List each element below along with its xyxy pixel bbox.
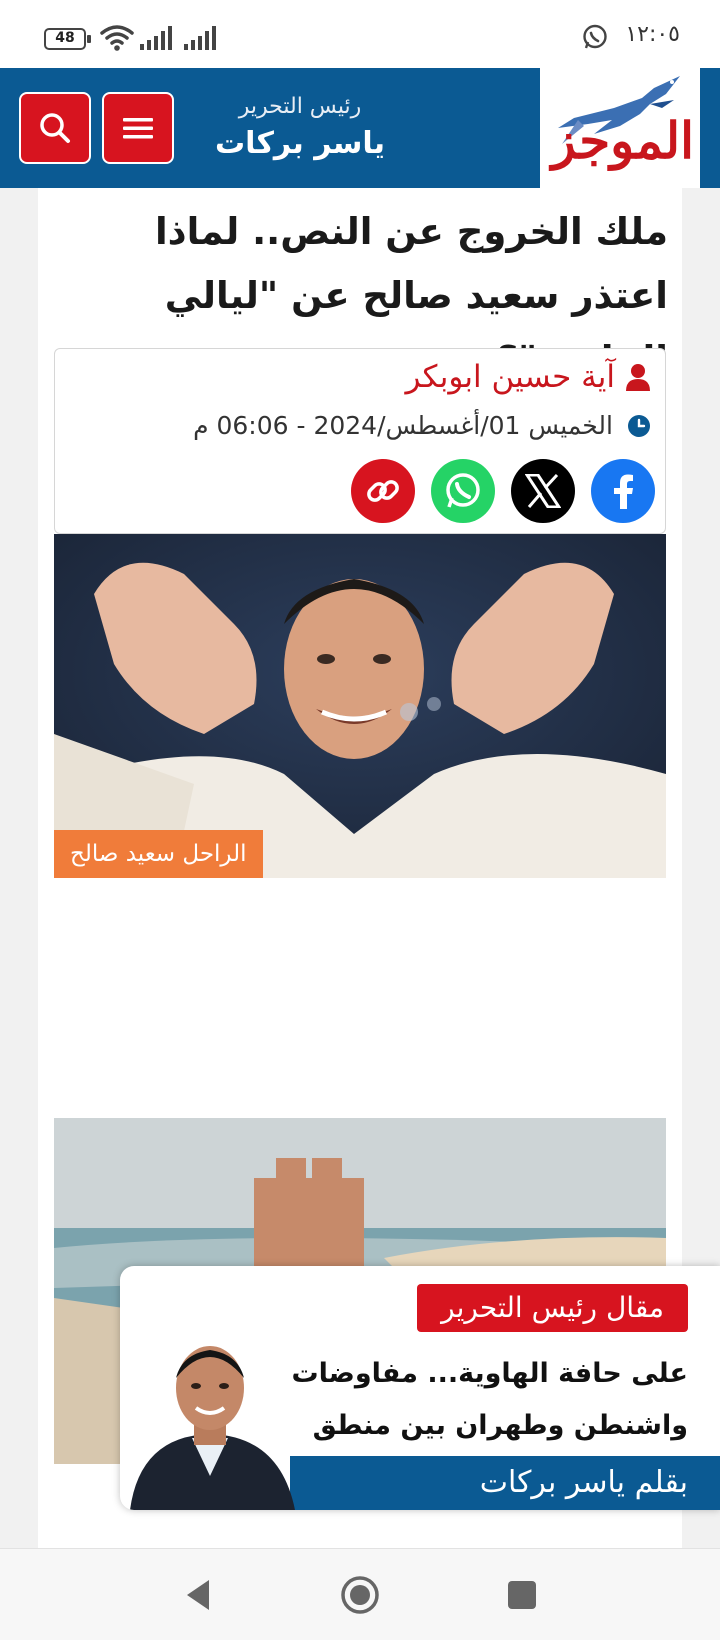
clock-icon bbox=[628, 414, 650, 437]
back-button[interactable] bbox=[174, 1571, 222, 1619]
link-icon bbox=[367, 480, 399, 502]
author-row[interactable]: آية حسين ابوبكر bbox=[406, 359, 651, 395]
site-header: رئيس التحرير ياسر بركات الموجز bbox=[0, 68, 720, 188]
search-button[interactable] bbox=[19, 92, 91, 164]
signal-icon bbox=[184, 26, 216, 50]
facebook-share-button[interactable] bbox=[591, 459, 655, 523]
editor-article-widget[interactable]: مقال رئيس التحرير على حافة الهاوية... مف… bbox=[120, 1266, 720, 1510]
x-icon bbox=[525, 474, 561, 508]
system-nav-bar bbox=[0, 1548, 720, 1640]
article-meta: آية حسين ابوبكر الخميس 01/أغسطس/2024 - 0… bbox=[54, 348, 666, 534]
article-photo-image bbox=[54, 534, 666, 878]
chief-editor-label: رئيس التحرير bbox=[238, 94, 362, 119]
copy-link-button[interactable] bbox=[351, 459, 415, 523]
signal-icon bbox=[140, 26, 172, 50]
article-photo bbox=[54, 534, 666, 878]
whatsapp-icon bbox=[446, 473, 480, 508]
menu-icon bbox=[123, 118, 153, 139]
user-icon bbox=[626, 364, 650, 391]
home-button[interactable] bbox=[336, 1571, 384, 1619]
date-row: الخميس 01/أغسطس/2024 - 06:06 م bbox=[193, 411, 651, 440]
status-time: ١٢:٠٥ bbox=[625, 22, 680, 47]
wifi-icon bbox=[100, 25, 134, 51]
editor-portrait bbox=[130, 1346, 295, 1510]
whatsapp-icon bbox=[583, 24, 607, 49]
recents-icon bbox=[508, 1581, 536, 1609]
back-icon bbox=[187, 1580, 209, 1610]
status-bar: 48 ١٢:٠٥ bbox=[0, 0, 720, 68]
author-name[interactable]: آية حسين ابوبكر bbox=[406, 359, 615, 395]
site-logo[interactable]: الموجز bbox=[540, 68, 700, 188]
share-buttons bbox=[335, 459, 655, 523]
search-icon bbox=[40, 113, 70, 143]
facebook-icon bbox=[614, 474, 633, 509]
recents-button[interactable] bbox=[498, 1571, 546, 1619]
chief-editor-name: ياسر بركات bbox=[215, 126, 385, 161]
photo-caption: الراحل سعيد صالح bbox=[54, 830, 263, 878]
publish-date: الخميس 01/أغسطس/2024 - 06:06 م bbox=[193, 411, 613, 440]
logo-text: الموجز bbox=[551, 111, 696, 170]
whatsapp-share-button[interactable] bbox=[431, 459, 495, 523]
x-share-button[interactable] bbox=[511, 459, 575, 523]
editor-article-title[interactable]: على حافة الهاوية... مفاوضات واشنطن وطهرا… bbox=[288, 1348, 688, 1452]
editor-byline: بقلم ياسر بركات bbox=[290, 1456, 720, 1510]
editor-badge: مقال رئيس التحرير bbox=[417, 1284, 688, 1332]
battery-icon: 48 bbox=[44, 28, 91, 50]
home-icon bbox=[341, 1576, 379, 1614]
